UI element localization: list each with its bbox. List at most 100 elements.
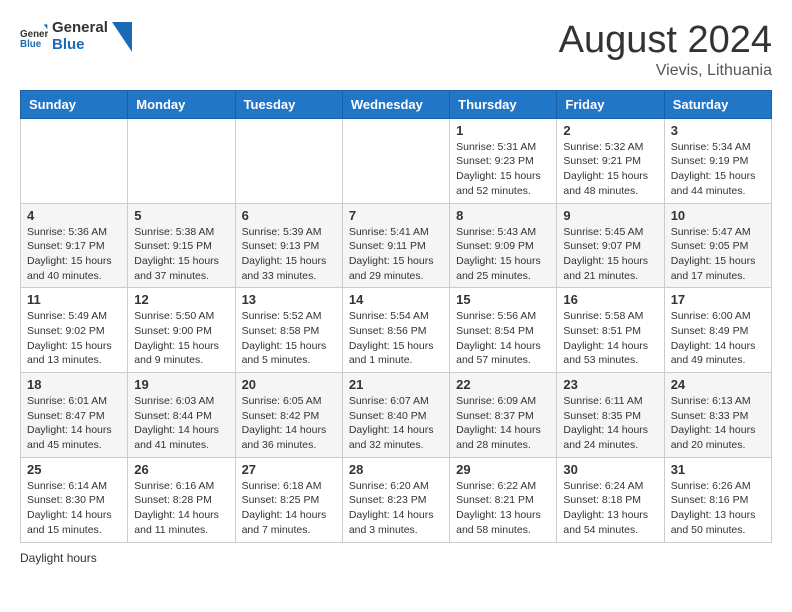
day-number: 23	[563, 377, 657, 392]
day-info: Sunrise: 5:39 AM Sunset: 9:13 PM Dayligh…	[242, 225, 336, 284]
day-info: Sunrise: 5:50 AM Sunset: 9:00 PM Dayligh…	[134, 309, 228, 368]
calendar-cell-1-5: 9Sunrise: 5:45 AM Sunset: 9:07 PM Daylig…	[557, 203, 664, 288]
logo-blue-text: Blue	[52, 37, 108, 54]
day-info: Sunrise: 6:07 AM Sunset: 8:40 PM Dayligh…	[349, 394, 443, 453]
location-subtitle: Vievis, Lithuania	[559, 62, 772, 80]
day-info: Sunrise: 5:58 AM Sunset: 8:51 PM Dayligh…	[563, 309, 657, 368]
calendar-cell-4-5: 30Sunrise: 6:24 AM Sunset: 8:18 PM Dayli…	[557, 457, 664, 542]
calendar-cell-0-6: 3 Sunrise: 5:34 AM Sunset: 9:19 PM Daylig…	[664, 118, 771, 203]
calendar-cell-2-6: 17 Sunrise: 6:00 AM Sunset: 8:49 PM Dayli…	[664, 288, 771, 373]
day-number: 10	[671, 208, 765, 223]
day-number: 25	[27, 462, 121, 477]
day-number: 8	[456, 208, 550, 223]
calendar-cell-4-6: 31 Sunrise: 6:26 AM Sunset: 8:16 PM Dayli…	[664, 457, 771, 542]
calendar-cell-0-4: 1 Sunrise: 5:31 AM Sunset: 9:23 PM Daylig…	[450, 118, 557, 203]
day-number: 6	[242, 208, 336, 223]
day-info: Sunrise: 5:47 AM Sunset: 9:05 PM Dayligh…	[671, 225, 765, 284]
logo: General Blue General Blue	[20, 20, 132, 53]
day-number: 11	[27, 292, 121, 307]
legend-label: Daylight hours	[20, 551, 97, 565]
legend: Daylight hours	[20, 551, 772, 565]
day-info: Sunrise: 5:38 AM Sunset: 9:15 PM Dayligh…	[134, 225, 228, 284]
calendar-cell-0-2	[235, 118, 342, 203]
day-number: 12	[134, 292, 228, 307]
header-monday: Monday	[128, 90, 235, 118]
day-number: 5	[134, 208, 228, 223]
calendar-cell-1-4: 8 Sunrise: 5:43 AM Sunset: 9:09 PM Daylig…	[450, 203, 557, 288]
day-number: 18	[27, 377, 121, 392]
calendar-cell-2-5: 16Sunrise: 5:58 AM Sunset: 8:51 PM Dayli…	[557, 288, 664, 373]
day-info: Sunrise: 6:24 AM Sunset: 8:18 PM Dayligh…	[563, 479, 657, 538]
svg-text:Blue: Blue	[20, 38, 42, 49]
calendar-cell-1-0: 4 Sunrise: 5:36 AM Sunset: 9:17 PM Daylig…	[21, 203, 128, 288]
calendar-cell-4-4: 29Sunrise: 6:22 AM Sunset: 8:21 PM Dayli…	[450, 457, 557, 542]
calendar-cell-2-0: 11 Sunrise: 5:49 AM Sunset: 9:02 PM Dayli…	[21, 288, 128, 373]
calendar-cell-2-4: 15Sunrise: 5:56 AM Sunset: 8:54 PM Dayli…	[450, 288, 557, 373]
calendar-cell-0-3	[342, 118, 449, 203]
calendar-cell-2-3: 14Sunrise: 5:54 AM Sunset: 8:56 PM Dayli…	[342, 288, 449, 373]
calendar-cell-3-2: 20 Sunrise: 6:05 AM Sunset: 8:42 PM Dayli…	[235, 373, 342, 458]
calendar-table: Sunday Monday Tuesday Wednesday Thursday…	[20, 90, 772, 543]
day-info: Sunrise: 6:13 AM Sunset: 8:33 PM Dayligh…	[671, 394, 765, 453]
calendar-cell-4-3: 28 Sunrise: 6:20 AM Sunset: 8:23 PM Dayli…	[342, 457, 449, 542]
day-info: Sunrise: 6:01 AM Sunset: 8:47 PM Dayligh…	[27, 394, 121, 453]
calendar-cell-3-3: 21 Sunrise: 6:07 AM Sunset: 8:40 PM Dayli…	[342, 373, 449, 458]
day-number: 17	[671, 292, 765, 307]
generalblue-logo-icon: General Blue	[20, 23, 48, 51]
day-number: 31	[671, 462, 765, 477]
day-info: Sunrise: 5:54 AM Sunset: 8:56 PM Dayligh…	[349, 309, 443, 368]
calendar-week-2: 4 Sunrise: 5:36 AM Sunset: 9:17 PM Daylig…	[21, 203, 772, 288]
day-info: Sunrise: 5:56 AM Sunset: 8:54 PM Dayligh…	[456, 309, 550, 368]
day-info: Sunrise: 6:09 AM Sunset: 8:37 PM Dayligh…	[456, 394, 550, 453]
day-info: Sunrise: 6:05 AM Sunset: 8:42 PM Dayligh…	[242, 394, 336, 453]
day-info: Sunrise: 5:41 AM Sunset: 9:11 PM Dayligh…	[349, 225, 443, 284]
day-info: Sunrise: 6:00 AM Sunset: 8:49 PM Dayligh…	[671, 309, 765, 368]
day-info: Sunrise: 5:49 AM Sunset: 9:02 PM Dayligh…	[27, 309, 121, 368]
calendar-cell-4-0: 25 Sunrise: 6:14 AM Sunset: 8:30 PM Dayli…	[21, 457, 128, 542]
calendar-cell-3-6: 24 Sunrise: 6:13 AM Sunset: 8:33 PM Dayli…	[664, 373, 771, 458]
day-info: Sunrise: 5:34 AM Sunset: 9:19 PM Dayligh…	[671, 140, 765, 199]
day-info: Sunrise: 6:16 AM Sunset: 8:28 PM Dayligh…	[134, 479, 228, 538]
day-info: Sunrise: 6:11 AM Sunset: 8:35 PM Dayligh…	[563, 394, 657, 453]
calendar-cell-4-1: 26 Sunrise: 6:16 AM Sunset: 8:28 PM Dayli…	[128, 457, 235, 542]
page-header: General Blue General Blue August 2024 Vi…	[20, 20, 772, 80]
calendar-cell-1-1: 5 Sunrise: 5:38 AM Sunset: 9:15 PM Daylig…	[128, 203, 235, 288]
calendar-cell-4-2: 27 Sunrise: 6:18 AM Sunset: 8:25 PM Dayli…	[235, 457, 342, 542]
calendar-week-4: 18 Sunrise: 6:01 AM Sunset: 8:47 PM Dayli…	[21, 373, 772, 458]
header-saturday: Saturday	[664, 90, 771, 118]
arrow-logo-icon	[112, 22, 132, 52]
calendar-cell-0-5: 2 Sunrise: 5:32 AM Sunset: 9:21 PM Daylig…	[557, 118, 664, 203]
logo-general-text: General	[52, 20, 108, 37]
day-number: 27	[242, 462, 336, 477]
title-block: August 2024 Vievis, Lithuania	[559, 20, 772, 80]
day-number: 7	[349, 208, 443, 223]
day-number: 26	[134, 462, 228, 477]
calendar-header-row: Sunday Monday Tuesday Wednesday Thursday…	[21, 90, 772, 118]
month-year-title: August 2024	[559, 20, 772, 62]
day-number: 19	[134, 377, 228, 392]
calendar-cell-3-5: 23 Sunrise: 6:11 AM Sunset: 8:35 PM Dayli…	[557, 373, 664, 458]
day-info: Sunrise: 6:20 AM Sunset: 8:23 PM Dayligh…	[349, 479, 443, 538]
day-number: 20	[242, 377, 336, 392]
calendar-cell-0-0	[21, 118, 128, 203]
calendar-cell-1-6: 10 Sunrise: 5:47 AM Sunset: 9:05 PM Dayli…	[664, 203, 771, 288]
day-number: 3	[671, 123, 765, 138]
day-number: 21	[349, 377, 443, 392]
day-number: 4	[27, 208, 121, 223]
day-number: 13	[242, 292, 336, 307]
day-info: Sunrise: 5:43 AM Sunset: 9:09 PM Dayligh…	[456, 225, 550, 284]
day-number: 24	[671, 377, 765, 392]
day-number: 1	[456, 123, 550, 138]
calendar-week-5: 25 Sunrise: 6:14 AM Sunset: 8:30 PM Dayli…	[21, 457, 772, 542]
day-info: Sunrise: 6:26 AM Sunset: 8:16 PM Dayligh…	[671, 479, 765, 538]
day-info: Sunrise: 6:18 AM Sunset: 8:25 PM Dayligh…	[242, 479, 336, 538]
day-number: 29	[456, 462, 550, 477]
day-info: Sunrise: 5:31 AM Sunset: 9:23 PM Dayligh…	[456, 140, 550, 199]
day-number: 2	[563, 123, 657, 138]
header-friday: Friday	[557, 90, 664, 118]
header-thursday: Thursday	[450, 90, 557, 118]
day-info: Sunrise: 6:14 AM Sunset: 8:30 PM Dayligh…	[27, 479, 121, 538]
day-number: 28	[349, 462, 443, 477]
day-info: Sunrise: 5:36 AM Sunset: 9:17 PM Dayligh…	[27, 225, 121, 284]
day-info: Sunrise: 5:32 AM Sunset: 9:21 PM Dayligh…	[563, 140, 657, 199]
